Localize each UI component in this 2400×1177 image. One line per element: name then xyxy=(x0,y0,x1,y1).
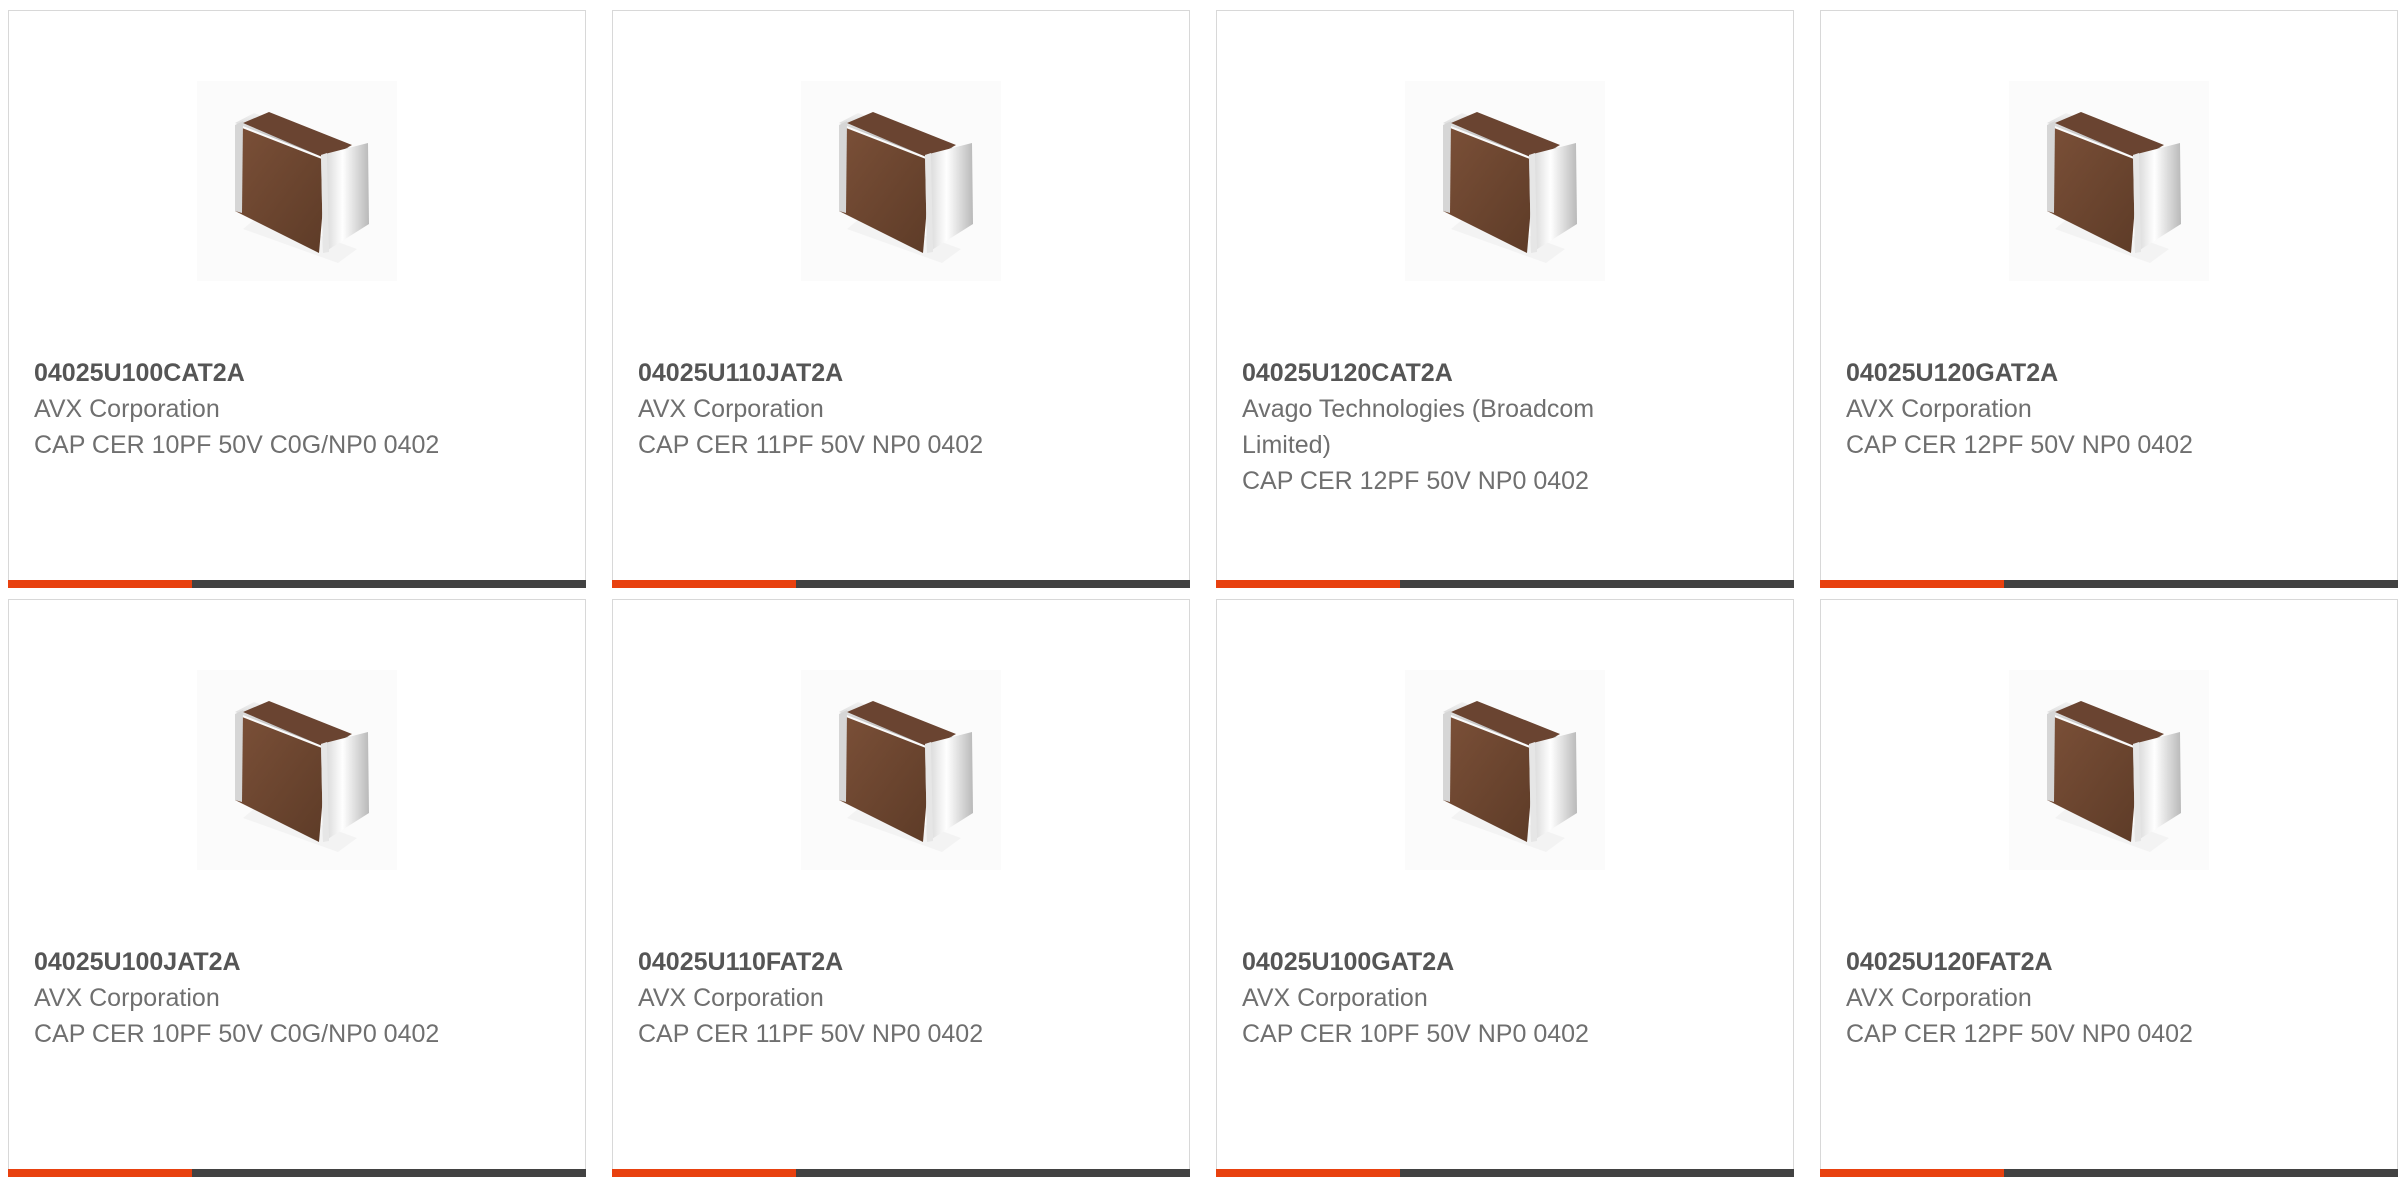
product-description: CAP CER 12PF 50V NP0 0402 xyxy=(1242,467,1589,495)
accent-segment xyxy=(1820,1169,2004,1177)
manufacturer: AVX Corporation xyxy=(34,395,220,423)
card-accent-bar xyxy=(1216,580,1794,588)
product-description: CAP CER 10PF 50V C0G/NP0 0402 xyxy=(34,431,440,459)
product-card[interactable]: 04025U110JAT2A AVX Corporation CAP CER 1… xyxy=(612,10,1190,588)
manufacturer: AVX Corporation xyxy=(1242,984,1428,1012)
capacitor-chip-icon[interactable] xyxy=(1405,81,1605,281)
product-info: 04025U110JAT2A AVX Corporation CAP CER 1… xyxy=(638,355,1068,463)
product-card[interactable]: 04025U100CAT2A AVX Corporation CAP CER 1… xyxy=(8,10,586,588)
dark-segment xyxy=(2004,1169,2398,1177)
product-card[interactable]: 04025U120GAT2A AVX Corporation CAP CER 1… xyxy=(1820,10,2398,588)
manufacturer: AVX Corporation xyxy=(1846,984,2032,1012)
manufacturer: AVX Corporation xyxy=(34,984,220,1012)
capacitor-chip-icon[interactable] xyxy=(801,81,1001,281)
card-accent-bar xyxy=(1820,1169,2398,1177)
dark-segment xyxy=(1400,1169,1794,1177)
product-info: 04025U120CAT2A Avago Technologies (Broad… xyxy=(1242,355,1672,499)
product-card[interactable]: 04025U120FAT2A AVX Corporation CAP CER 1… xyxy=(1820,599,2398,1177)
product-card[interactable]: 04025U100GAT2A AVX Corporation CAP CER 1… xyxy=(1216,599,1794,1177)
dark-segment xyxy=(1400,580,1794,588)
card-accent-bar xyxy=(8,1169,586,1177)
part-number[interactable]: 04025U100CAT2A xyxy=(34,355,464,391)
manufacturer: AVX Corporation xyxy=(1846,395,2032,423)
product-info: 04025U100CAT2A AVX Corporation CAP CER 1… xyxy=(34,355,464,463)
product-description: CAP CER 11PF 50V NP0 0402 xyxy=(638,1020,984,1048)
card-accent-bar xyxy=(612,580,1190,588)
product-info: 04025U100JAT2A AVX Corporation CAP CER 1… xyxy=(34,944,464,1052)
dark-segment xyxy=(796,580,1190,588)
card-accent-bar xyxy=(1216,1169,1794,1177)
accent-segment xyxy=(1216,580,1400,588)
dark-segment xyxy=(192,1169,586,1177)
manufacturer: AVX Corporation xyxy=(638,984,824,1012)
card-accent-bar xyxy=(612,1169,1190,1177)
product-description: CAP CER 10PF 50V C0G/NP0 0402 xyxy=(34,1020,440,1048)
part-number[interactable]: 04025U120CAT2A xyxy=(1242,355,1672,391)
capacitor-chip-icon[interactable] xyxy=(2009,81,2209,281)
product-grid: 04025U100CAT2A AVX Corporation CAP CER 1… xyxy=(8,10,2400,1177)
card-accent-bar xyxy=(8,580,586,588)
accent-segment xyxy=(8,580,192,588)
product-info: 04025U120GAT2A AVX Corporation CAP CER 1… xyxy=(1846,355,2276,463)
accent-segment xyxy=(612,1169,796,1177)
dark-segment xyxy=(796,1169,1190,1177)
capacitor-chip-icon[interactable] xyxy=(197,81,397,281)
product-description: CAP CER 12PF 50V NP0 0402 xyxy=(1846,431,2193,459)
part-number[interactable]: 04025U100JAT2A xyxy=(34,944,464,980)
product-card[interactable]: 04025U100JAT2A AVX Corporation CAP CER 1… xyxy=(8,599,586,1177)
capacitor-chip-icon[interactable] xyxy=(801,670,1001,870)
manufacturer: AVX Corporation xyxy=(638,395,824,423)
accent-segment xyxy=(1216,1169,1400,1177)
dark-segment xyxy=(2004,580,2398,588)
product-info: 04025U110FAT2A AVX Corporation CAP CER 1… xyxy=(638,944,1068,1052)
part-number[interactable]: 04025U100GAT2A xyxy=(1242,944,1672,980)
product-description: CAP CER 10PF 50V NP0 0402 xyxy=(1242,1020,1589,1048)
accent-segment xyxy=(1820,580,2004,588)
part-number[interactable]: 04025U120GAT2A xyxy=(1846,355,2276,391)
part-number[interactable]: 04025U120FAT2A xyxy=(1846,944,2276,980)
product-card[interactable]: 04025U110FAT2A AVX Corporation CAP CER 1… xyxy=(612,599,1190,1177)
product-description: CAP CER 12PF 50V NP0 0402 xyxy=(1846,1020,2193,1048)
manufacturer: Avago Technologies (Broadcom Limited) xyxy=(1242,395,1595,459)
capacitor-chip-icon[interactable] xyxy=(1405,670,1605,870)
product-info: 04025U120FAT2A AVX Corporation CAP CER 1… xyxy=(1846,944,2276,1052)
product-description: CAP CER 11PF 50V NP0 0402 xyxy=(638,431,984,459)
product-info: 04025U100GAT2A AVX Corporation CAP CER 1… xyxy=(1242,944,1672,1052)
dark-segment xyxy=(192,580,586,588)
product-card[interactable]: 04025U120CAT2A Avago Technologies (Broad… xyxy=(1216,10,1794,588)
card-accent-bar xyxy=(1820,580,2398,588)
accent-segment xyxy=(612,580,796,588)
capacitor-chip-icon[interactable] xyxy=(197,670,397,870)
part-number[interactable]: 04025U110FAT2A xyxy=(638,944,1068,980)
part-number[interactable]: 04025U110JAT2A xyxy=(638,355,1068,391)
capacitor-chip-icon[interactable] xyxy=(2009,670,2209,870)
accent-segment xyxy=(8,1169,192,1177)
